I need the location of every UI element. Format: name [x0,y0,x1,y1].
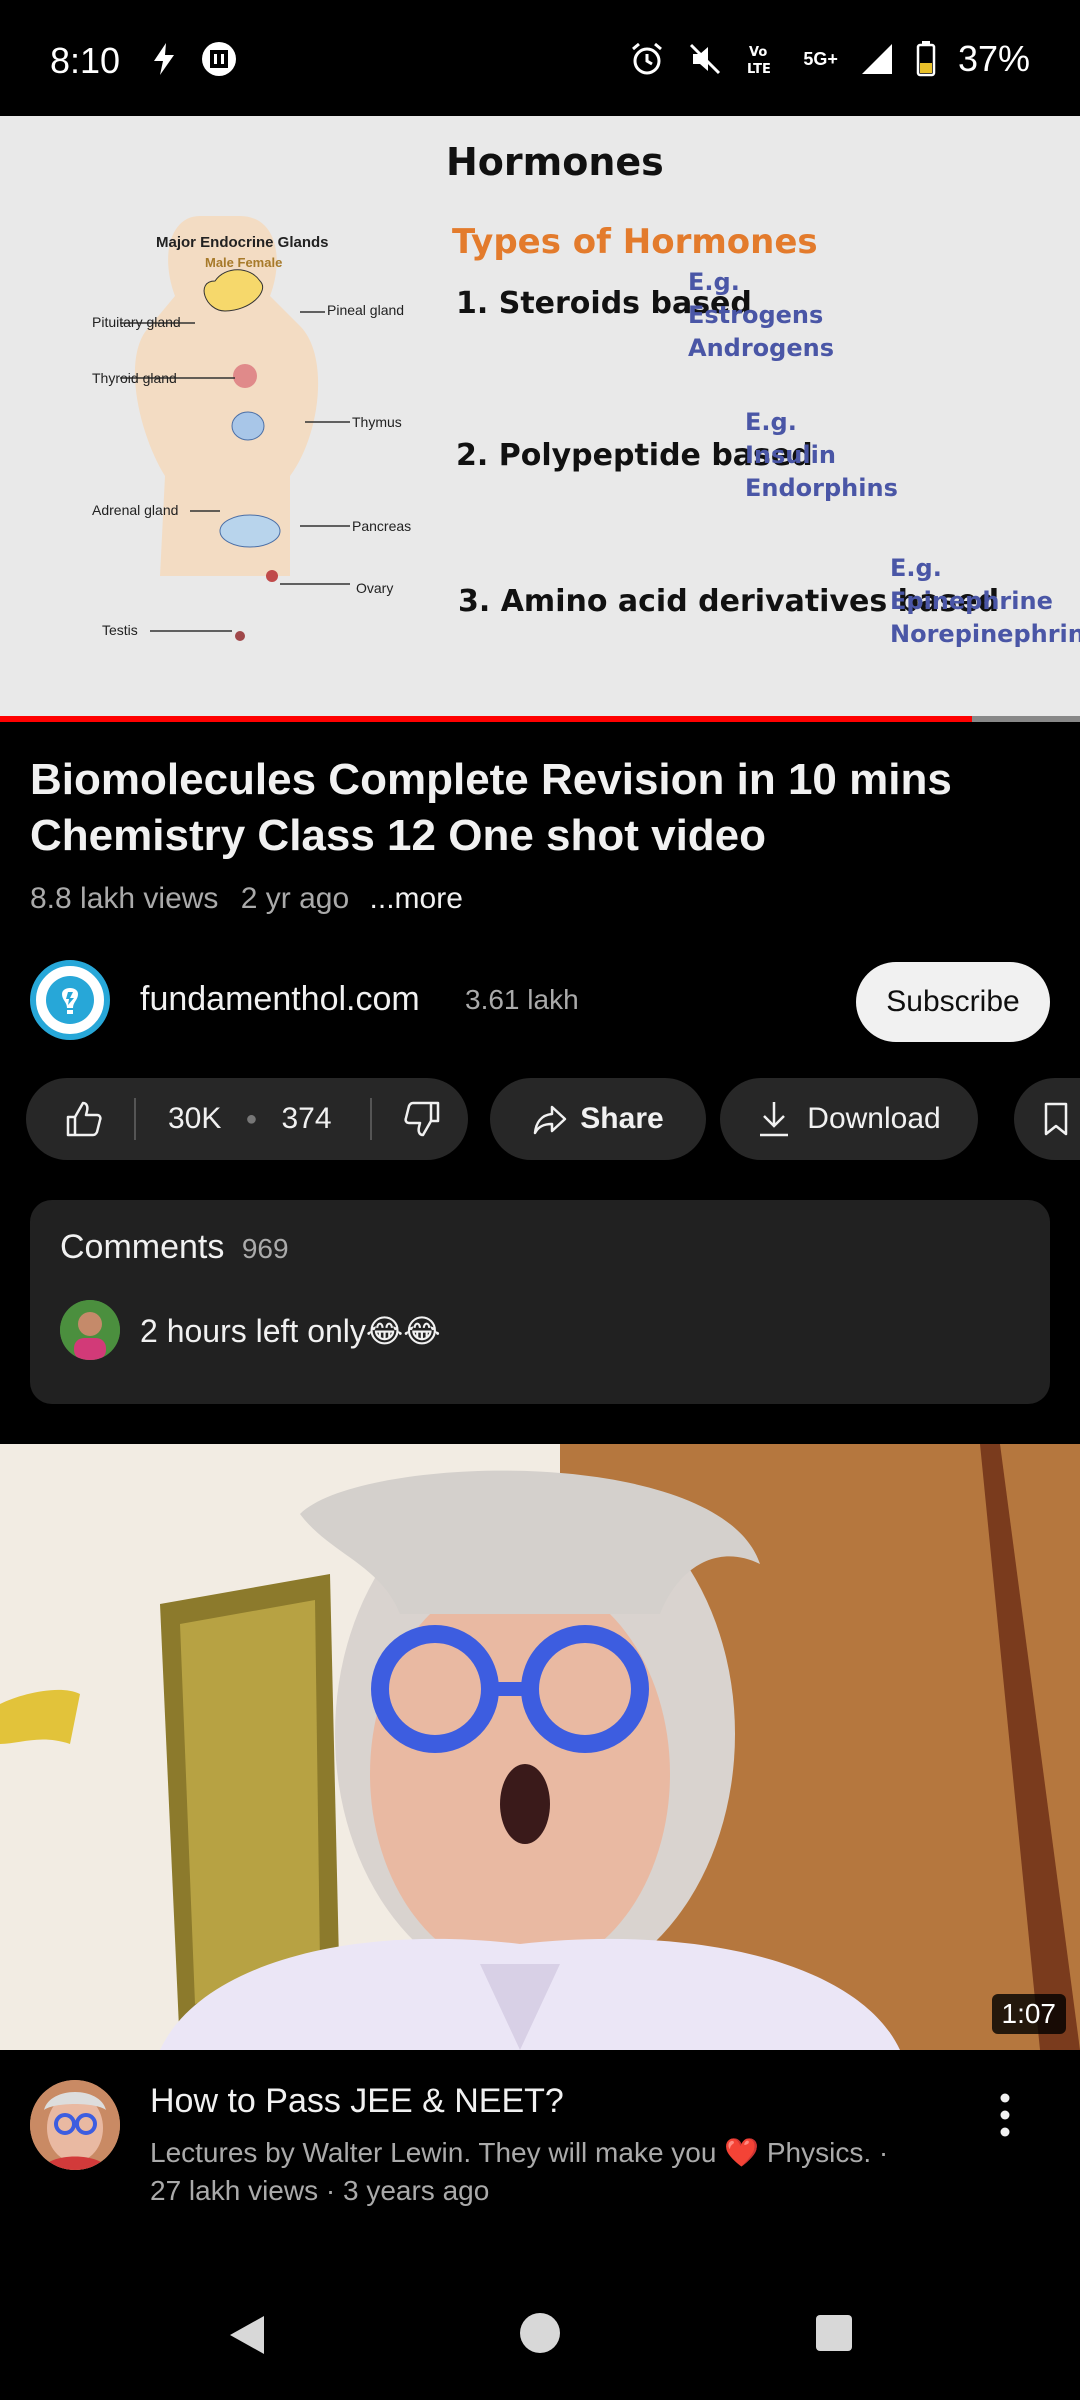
dislike-button[interactable] [402,1078,442,1160]
video-duration: 1:07 [991,1994,1066,2034]
download-label: Download [807,1102,941,1135]
hormone-type-3-examples: E.g. Epinephrine Norepinephrine [890,552,1080,651]
download-icon [760,1102,789,1137]
back-icon[interactable] [224,2312,268,2358]
video-title[interactable]: Biomolecules Complete Revision in 10 min… [30,752,1050,864]
next-video-meta: Lectures by Walter Lewin. They will make… [150,2134,970,2210]
alarm-icon [632,42,663,75]
subscriber-count: 3.61 lakh [465,984,579,1015]
label-ovary: Ovary [356,580,394,596]
like-dislike-pill: 30K ● 374 [26,1078,468,1160]
upload-age: 2 yr ago [240,882,350,915]
label-adrenal: Adrenal gland [92,502,179,518]
like-button[interactable]: 30K [26,1078,221,1160]
eg-example: Androgens [688,334,834,362]
signal-icon [861,44,892,74]
save-button[interactable] [1014,1078,1080,1160]
battery-percent: 37% [957,38,1030,79]
system-nav-bar [0,2270,1080,2400]
comments-header: Comments 969 [60,1228,289,1267]
eg-label: E.g. [745,408,797,436]
svg-text:LTE: LTE [747,62,771,77]
action-bar: 30K ● 374 Share Download [26,1078,1080,1160]
share-button[interactable]: Share [490,1078,706,1160]
download-button[interactable]: Download [720,1078,978,1160]
share-label: Share [580,1102,664,1135]
eg-example: Estrogens [688,301,824,329]
label-pituitary: Pituitary gland [92,314,181,330]
eg-example: Endorphins [745,474,898,502]
channel-name[interactable]: fundamenthol.com [140,980,420,1019]
home-icon[interactable] [519,2312,561,2354]
comments-panel[interactable]: Comments 969 2 hours left only😂😂 [30,1200,1050,1404]
eg-example: Epinephrine [890,587,1053,615]
eg-label: E.g. [890,554,942,582]
label-testis: Testis [102,622,138,638]
svg-text:Vo: Vo [749,45,767,60]
diagram-sex-labels: Male Female [205,255,283,270]
more-link[interactable]: ...more [370,882,463,915]
status-bar: 8:10 Vo LTE 5G+ 37% [0,0,1080,116]
thumbs-down-icon [403,1101,439,1137]
next-video-title[interactable]: How to Pass JEE & NEET? [150,2082,564,2121]
video-meta[interactable]: 8.8 lakh views 2 yr ago ...more [30,882,463,916]
video-player[interactable]: Major Endocrine Glands Male Female Pitui… [0,116,1080,722]
label-thyroid: Thyroid gland [92,370,177,386]
mute-icon [690,43,721,75]
channel-avatar[interactable] [30,960,110,1040]
dot-separator: ● [245,1107,258,1130]
comments-count: 969 [241,1233,289,1264]
next-video-thumbnail[interactable]: 1:07 [0,1444,1080,2050]
comments-label: Comments [60,1228,225,1266]
commenter-avatar [60,1300,120,1360]
hormone-type-2-examples: E.g. Insulin Endorphins [745,406,898,505]
status-time: 8:10 [50,40,121,81]
eg-label: E.g. [688,268,740,296]
slide-subtitle: Types of Hormones [452,222,818,262]
battery-icon [916,41,936,77]
label-pineal: Pineal gland [327,302,405,318]
bookmark-icon [1044,1102,1068,1136]
top-comment-text: 2 hours left only😂😂 [140,1313,441,1349]
lightbulb-icon [46,976,94,1024]
diagram-title: Major Endocrine Glands [156,234,329,251]
next-video-stats: 27 lakh views · 3 years ago [150,2175,490,2206]
dislike-count: 374 [281,1102,332,1135]
recents-icon[interactable] [815,2314,853,2352]
vpn-icon [202,42,236,76]
next-channel-avatar[interactable] [30,2080,120,2170]
share-icon [534,1105,567,1135]
thumbs-up-icon [66,1101,102,1137]
volte-icon: Vo LTE [747,45,771,77]
next-video-channel-line: Lectures by Walter Lewin. They will make… [150,2137,889,2168]
slide-title: Hormones [446,140,664,184]
flash-icon [154,43,174,75]
progress-bar[interactable] [0,716,1080,722]
network-type: 5G+ [803,48,838,69]
like-count: 30K [168,1102,222,1135]
more-options-icon[interactable] [990,2090,1020,2140]
eg-example: Norepinephrine [890,620,1080,648]
subscribe-button[interactable]: Subscribe [856,962,1050,1042]
label-thymus: Thymus [352,414,402,430]
progress-fill [0,716,972,722]
eg-example: Insulin [745,441,836,469]
label-pancreas: Pancreas [352,518,412,534]
view-count: 8.8 lakh views [30,882,219,915]
channel-row[interactable]: fundamenthol.com 3.61 lakh Subscribe [30,960,1050,1042]
hormone-type-1-examples: E.g. Estrogens Androgens [688,266,834,365]
